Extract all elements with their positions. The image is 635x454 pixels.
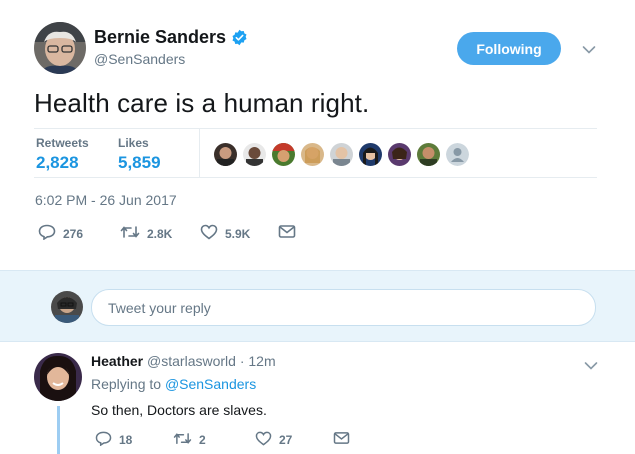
likes-stat[interactable]: Likes 5,859 [118, 136, 161, 173]
retweet-action[interactable]: 2 [173, 431, 206, 449]
stats-divider [199, 129, 200, 177]
replying-to-line: Replying to @SenSanders [91, 376, 256, 392]
retweet-count: 2 [199, 433, 206, 447]
direct-message-action[interactable] [333, 431, 357, 448]
reply-action[interactable]: 276 [38, 224, 83, 243]
reply-count: 18 [119, 433, 133, 447]
retweet-count: 2.8K [147, 226, 173, 241]
reply-author-name[interactable]: Heather [91, 353, 143, 369]
liker-avatar-default[interactable] [446, 143, 469, 166]
liker-avatar[interactable] [243, 143, 266, 166]
liker-avatar[interactable] [214, 143, 237, 166]
retweet-action[interactable]: 2.8K [120, 224, 172, 243]
reply-time[interactable]: 12m [248, 353, 275, 369]
liker-avatar[interactable] [417, 143, 440, 166]
liker-avatar[interactable] [272, 143, 295, 166]
reply-composer [0, 270, 635, 342]
author-handle[interactable]: @SenSanders [94, 51, 185, 67]
tweet-text: Health care is a human right. [34, 88, 370, 118]
likes-label: Likes [118, 136, 149, 150]
reply-author-avatar[interactable] [34, 353, 82, 401]
verified-badge-icon [231, 29, 248, 46]
chevron-down-icon[interactable] [584, 358, 598, 376]
retweet-icon [120, 224, 147, 243]
reply-input[interactable] [91, 289, 596, 326]
retweets-stat[interactable]: Retweets 2,828 [36, 136, 89, 173]
reply-icon [95, 431, 119, 449]
liker-avatar[interactable] [388, 143, 411, 166]
heart-icon [200, 224, 225, 243]
liker-avatars [214, 143, 475, 166]
liker-avatar[interactable] [330, 143, 353, 166]
author-display-name[interactable]: Bernie Sanders [94, 27, 226, 48]
retweets-label: Retweets [36, 136, 89, 150]
tweet-stats: Retweets 2,828 Likes 5,859 [34, 128, 597, 178]
like-count: 27 [279, 433, 293, 447]
retweet-icon [173, 431, 199, 449]
reply-action[interactable]: 18 [95, 431, 132, 449]
liker-avatar[interactable] [301, 143, 324, 166]
reply-icon [38, 224, 63, 243]
replying-to-mention[interactable]: @SenSanders [165, 376, 256, 392]
reply-count: 276 [63, 226, 84, 241]
liker-avatar[interactable] [359, 143, 382, 166]
thread-line [57, 406, 60, 454]
envelope-icon [333, 431, 357, 448]
reply-tweet: Heather @starlasworld · 12m Replying to … [0, 343, 635, 454]
heart-icon [255, 431, 279, 449]
like-count: 5.9K [225, 226, 251, 241]
replying-to-prefix: Replying to [91, 376, 162, 392]
tweet-timestamp[interactable]: 6:02 PM - 26 Jun 2017 [35, 192, 177, 208]
reply-author-row: Heather @starlasworld · 12m [91, 353, 276, 369]
reply-text: So then, Doctors are slaves. [91, 402, 267, 418]
retweets-count: 2,828 [36, 153, 79, 172]
like-action[interactable]: 5.9K [200, 224, 250, 243]
reply-separator: · [239, 353, 245, 369]
envelope-icon [278, 224, 303, 242]
current-user-avatar[interactable] [51, 291, 83, 323]
like-action[interactable]: 27 [255, 431, 292, 449]
direct-message-action[interactable] [278, 224, 303, 242]
following-button[interactable]: Following [457, 32, 561, 65]
author-avatar[interactable] [34, 22, 86, 74]
chevron-down-icon[interactable] [582, 42, 596, 54]
likes-count: 5,859 [118, 153, 161, 172]
reply-author-handle[interactable]: @starlasworld [147, 353, 236, 369]
author-name-row: Bernie Sanders [94, 27, 248, 48]
